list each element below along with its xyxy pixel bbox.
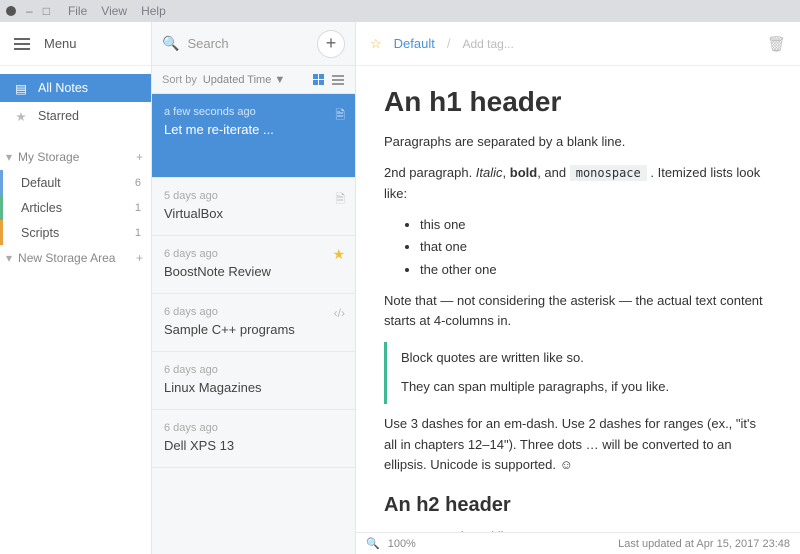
breadcrumb-folder[interactable]: Default: [394, 36, 435, 51]
breadcrumb-sep: /: [447, 36, 451, 51]
list-item: the other one: [420, 259, 772, 281]
nav-label: All Notes: [38, 81, 88, 95]
folder-label: Default: [21, 176, 61, 190]
maximize-icon[interactable]: □: [43, 4, 50, 18]
add-folder-icon[interactable]: +: [136, 251, 143, 265]
note-card[interactable]: 6 days ago Dell XPS 13: [152, 410, 355, 468]
editor-body[interactable]: An h1 header Paragraphs are separated by…: [356, 66, 800, 532]
folder-scripts[interactable]: Scripts 1: [0, 220, 151, 245]
note-card[interactable]: 6 days ago BoostNote Review ★: [152, 236, 355, 294]
menu-label: Menu: [44, 36, 77, 51]
zoom-level[interactable]: 100%: [388, 538, 416, 550]
nav-starred[interactable]: ★ Starred: [0, 102, 151, 130]
note-time: 6 days ago: [164, 422, 343, 434]
star-toggle[interactable]: ☆: [370, 36, 382, 52]
minimize-icon[interactable]: –: [26, 4, 33, 18]
list-view-button[interactable]: [331, 73, 345, 87]
note-title: Let me re-iterate ...: [164, 122, 343, 137]
chevron-down-icon: ▾: [6, 150, 12, 164]
note-title: Linux Magazines: [164, 380, 343, 395]
bq-para: Block quotes are written like so.: [401, 348, 758, 369]
titlebar: – □ File View Help: [0, 0, 800, 22]
bq-para: They can span multiple paragraphs, if yo…: [401, 377, 758, 398]
para: Note that — not considering the asterisk…: [384, 291, 772, 333]
menu-button[interactable]: Menu: [0, 22, 151, 66]
note-time: a few seconds ago: [164, 106, 343, 118]
search-placeholder: Search: [187, 36, 228, 51]
note-time: 6 days ago: [164, 306, 343, 318]
section-label: My Storage: [18, 150, 79, 164]
doc-icon: 🗎: [335, 106, 345, 127]
list-item: that one: [420, 236, 772, 258]
folder-articles[interactable]: Articles 1: [0, 195, 151, 220]
note-list: 🔍 Search + Sort by Updated Time ▼ a few …: [152, 22, 356, 554]
sort-label: Sort by: [162, 74, 197, 86]
menu-help[interactable]: Help: [141, 4, 166, 18]
note-title: VirtualBox: [164, 206, 343, 221]
note-h2: An h2 header: [384, 494, 772, 517]
section-my-storage[interactable]: ▾ My Storage +: [0, 144, 151, 170]
chevron-down-icon: ▾: [6, 251, 12, 265]
folder-default[interactable]: Default 6: [0, 170, 151, 195]
note-title: Sample C++ programs: [164, 322, 343, 337]
star-icon: ★: [14, 109, 28, 124]
doc-icon: 🗎: [335, 190, 345, 211]
note-title: BoostNote Review: [164, 264, 343, 279]
search-input[interactable]: 🔍 Search: [162, 35, 309, 52]
para: Use 3 dashes for an em-dash. Use 2 dashe…: [384, 414, 772, 476]
note-h1: An h1 header: [384, 86, 772, 118]
hamburger-icon: [14, 38, 30, 50]
status-bar: 🔍 100% Last updated at Apr 15, 2017 23:4…: [356, 532, 800, 554]
editor: ☆ Default / Add tag... 🗑 An h1 header Pa…: [356, 22, 800, 554]
note-card[interactable]: 6 days ago Linux Magazines: [152, 352, 355, 410]
sidebar: Menu ▤ All Notes ★ Starred ▾ My Storage +…: [0, 22, 152, 554]
window-control-icon[interactable]: [6, 6, 16, 16]
code-icon: ‹/›: [334, 306, 345, 320]
blockquote: Block quotes are written like so. They c…: [384, 342, 772, 404]
note-time: 6 days ago: [164, 248, 343, 260]
nav-label: Starred: [38, 109, 79, 123]
folder-count: 1: [135, 202, 141, 214]
section-label: New Storage Area: [18, 251, 115, 265]
add-folder-icon[interactable]: +: [136, 150, 143, 164]
search-icon: 🔍: [162, 35, 179, 52]
add-note-button[interactable]: +: [317, 30, 345, 58]
note-time: 6 days ago: [164, 364, 343, 376]
book-icon: ▤: [14, 81, 28, 96]
list-item: this one: [420, 214, 772, 236]
nav-all-notes[interactable]: ▤ All Notes: [0, 74, 151, 102]
star-icon: ★: [332, 246, 345, 263]
unordered-list: this one that one the other one: [384, 214, 772, 280]
para: Paragraphs are separated by a blank line…: [384, 132, 772, 153]
note-card[interactable]: 6 days ago Sample C++ programs ‹/›: [152, 294, 355, 352]
last-updated: Last updated at Apr 15, 2017 23:48: [618, 538, 790, 550]
trash-icon[interactable]: 🗑: [767, 35, 786, 53]
note-list-items: a few seconds ago Let me re-iterate ... …: [152, 94, 355, 554]
note-card[interactable]: a few seconds ago Let me re-iterate ... …: [152, 94, 355, 178]
grid-view-button[interactable]: [311, 73, 325, 87]
folder-label: Articles: [21, 201, 62, 215]
sort-dropdown[interactable]: Updated Time ▼: [203, 74, 285, 86]
folder-count: 1: [135, 227, 141, 239]
para: 2nd paragraph. Italic, bold, and monospa…: [384, 163, 772, 205]
note-time: 5 days ago: [164, 190, 343, 202]
section-new-storage[interactable]: ▾ New Storage Area +: [0, 245, 151, 271]
para: Here's a numbered list:: [384, 527, 772, 532]
add-tag-input[interactable]: Add tag...: [462, 37, 513, 51]
note-card[interactable]: 5 days ago VirtualBox 🗎: [152, 178, 355, 236]
zoom-icon[interactable]: 🔍: [366, 537, 380, 550]
folder-label: Scripts: [21, 226, 59, 240]
menu-file[interactable]: File: [68, 4, 87, 18]
menu-view[interactable]: View: [101, 4, 127, 18]
folder-count: 6: [135, 177, 141, 189]
note-title: Dell XPS 13: [164, 438, 343, 453]
